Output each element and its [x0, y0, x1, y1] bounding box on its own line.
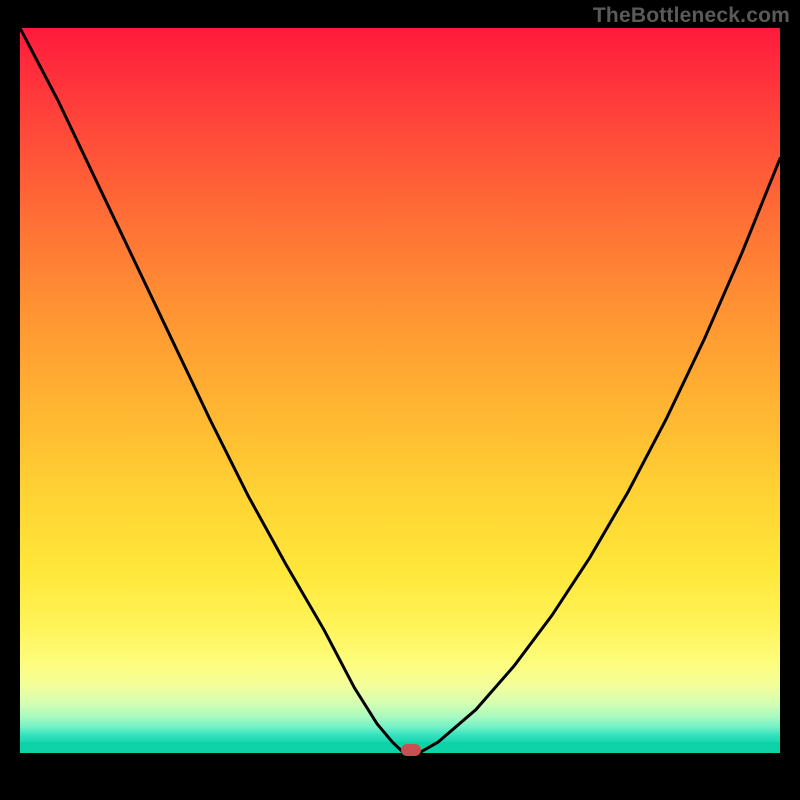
attribution-text: TheBottleneck.com: [593, 4, 790, 28]
current-config-marker: [401, 744, 421, 756]
chart-frame: TheBottleneck.com: [0, 0, 800, 800]
bottleneck-curve: [20, 28, 780, 772]
curve-path: [20, 28, 780, 753]
plot-area: [20, 28, 780, 772]
